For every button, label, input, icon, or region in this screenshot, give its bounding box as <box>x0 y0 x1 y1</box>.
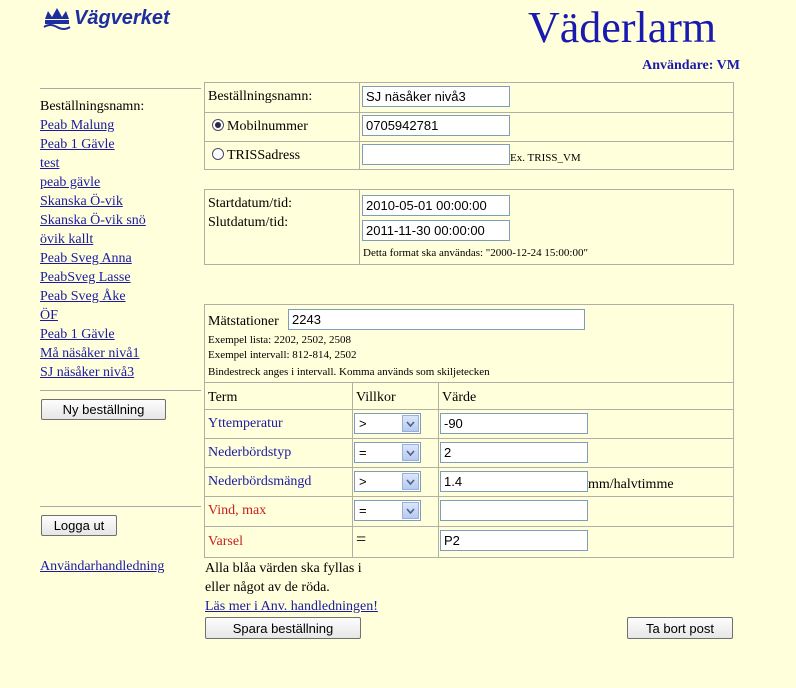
order-link[interactable]: Skanska Ö-vik <box>40 194 123 209</box>
condition-varsel: = <box>356 529 367 549</box>
chevron-down-icon <box>402 473 419 490</box>
unit-nederbordsmangd: mm/halvtimme <box>588 477 674 492</box>
end-date-input[interactable] <box>362 220 510 241</box>
condition-select-nederbordstyp[interactable]: = <box>354 442 421 463</box>
mobile-input[interactable] <box>362 115 510 136</box>
order-link[interactable]: Skanska Ö-vik snö <box>40 213 146 228</box>
vagverket-logo: Vägverket <box>42 4 170 32</box>
chevron-down-icon <box>402 444 419 461</box>
save-order-button[interactable]: Spara beställning <box>205 617 361 639</box>
term-varsel: Varsel <box>208 534 243 549</box>
order-link[interactable]: Peab 1 Gävle <box>40 137 115 152</box>
stations-hint: Bindestreck anges i intervall. Komma anv… <box>208 366 490 378</box>
mobile-option[interactable]: Mobilnummer <box>212 119 308 135</box>
logout-button[interactable]: Logga ut <box>41 515 117 536</box>
term-nederbordsmangd: Nederbördsmängd <box>208 474 312 489</box>
triss-example: Ex. TRISS_VM <box>510 152 581 164</box>
value-input-nederbordstyp[interactable] <box>440 442 588 463</box>
date-format-hint: Detta format ska användas: "2000-12-24 1… <box>363 247 588 259</box>
order-link[interactable]: övik kallt <box>40 232 93 247</box>
order-link[interactable]: Må näsåker nivå1 <box>40 346 140 361</box>
mobile-radio[interactable] <box>212 119 224 131</box>
value-input-yttemperatur[interactable] <box>440 413 588 434</box>
order-link[interactable]: Peab 1 Gävle <box>40 327 115 342</box>
new-order-button[interactable]: Ny beställning <box>41 399 166 420</box>
read-more-link[interactable]: Läs mer i Anv. handledningen! <box>205 599 378 614</box>
condition-select-yttemperatur[interactable]: > <box>354 413 421 434</box>
triss-option[interactable]: TRISSadress <box>212 148 300 164</box>
col-header-term: Term <box>208 390 238 405</box>
stations-label: Mätstationer <box>208 314 279 329</box>
start-date-label: Startdatum/tid: <box>208 196 292 211</box>
order-link[interactable]: test <box>40 156 59 171</box>
required-note-line1: Alla blåa värden ska fyllas i <box>205 561 362 576</box>
page-title: Väderlarm <box>528 3 717 52</box>
order-link[interactable]: Peab Malung <box>40 118 114 133</box>
delete-post-button[interactable]: Ta bort post <box>627 617 733 639</box>
required-note-line2: eller något av de röda. <box>205 580 330 595</box>
col-header-value: Värde <box>442 390 477 405</box>
stations-example-list: Exempel lista: 2202, 2502, 2508 <box>208 334 351 346</box>
value-input-varsel[interactable] <box>440 530 588 551</box>
order-link[interactable]: PeabSveg Lasse <box>40 270 131 285</box>
user-guide-link[interactable]: Användarhandledning <box>40 559 164 574</box>
start-date-input[interactable] <box>362 195 510 216</box>
condition-select-vind-max[interactable]: = <box>354 500 421 521</box>
read-more-wrap: Läs mer i Anv. handledningen! <box>205 599 378 615</box>
condition-select-nederbordsmangd[interactable]: > <box>354 471 421 492</box>
stations-input[interactable] <box>288 309 585 330</box>
order-name-label: Beställningsnamn: <box>208 89 313 104</box>
col-header-condition: Villkor <box>356 390 396 405</box>
order-link[interactable]: SJ näsåker nivå3 <box>40 365 134 380</box>
user-label: Användare: VM <box>642 58 740 73</box>
mobile-label: Mobilnummer <box>227 119 308 134</box>
end-date-label: Slutdatum/tid: <box>208 215 289 230</box>
sidebar-divider-mid <box>40 390 201 391</box>
value-input-vind-max[interactable] <box>440 500 588 521</box>
triss-label: TRISSadress <box>227 148 301 163</box>
triss-input[interactable] <box>362 144 510 165</box>
order-link[interactable]: Peab Sveg Åke <box>40 289 126 304</box>
sidebar-divider-bottom <box>40 506 201 507</box>
order-link[interactable]: peab gävle <box>40 175 100 190</box>
user-guide-link-wrap: Användarhandledning <box>40 559 164 575</box>
logo-text: Vägverket <box>74 6 170 29</box>
value-input-nederbordsmangd[interactable] <box>440 471 588 492</box>
term-nederbordstyp: Nederbördstyp <box>208 445 292 460</box>
term-vind-max: Vind, max <box>208 503 267 518</box>
chevron-down-icon <box>402 502 419 519</box>
order-name-input[interactable] <box>362 86 510 107</box>
order-list: Peab Malung Peab 1 Gävle test peab gävle… <box>40 117 146 383</box>
stations-example-interval: Exempel intervall: 812-814, 2502 <box>208 349 357 361</box>
term-yttemperatur: Yttemperatur <box>208 416 283 431</box>
chevron-down-icon <box>402 415 419 432</box>
order-link[interactable]: ÖF <box>40 308 58 323</box>
sidebar-label: Beställningsnamn: <box>40 99 145 114</box>
triss-radio[interactable] <box>212 148 224 160</box>
crown-icon <box>43 8 71 30</box>
order-link[interactable]: Peab Sveg Anna <box>40 251 132 266</box>
sidebar-divider-top <box>40 88 201 89</box>
